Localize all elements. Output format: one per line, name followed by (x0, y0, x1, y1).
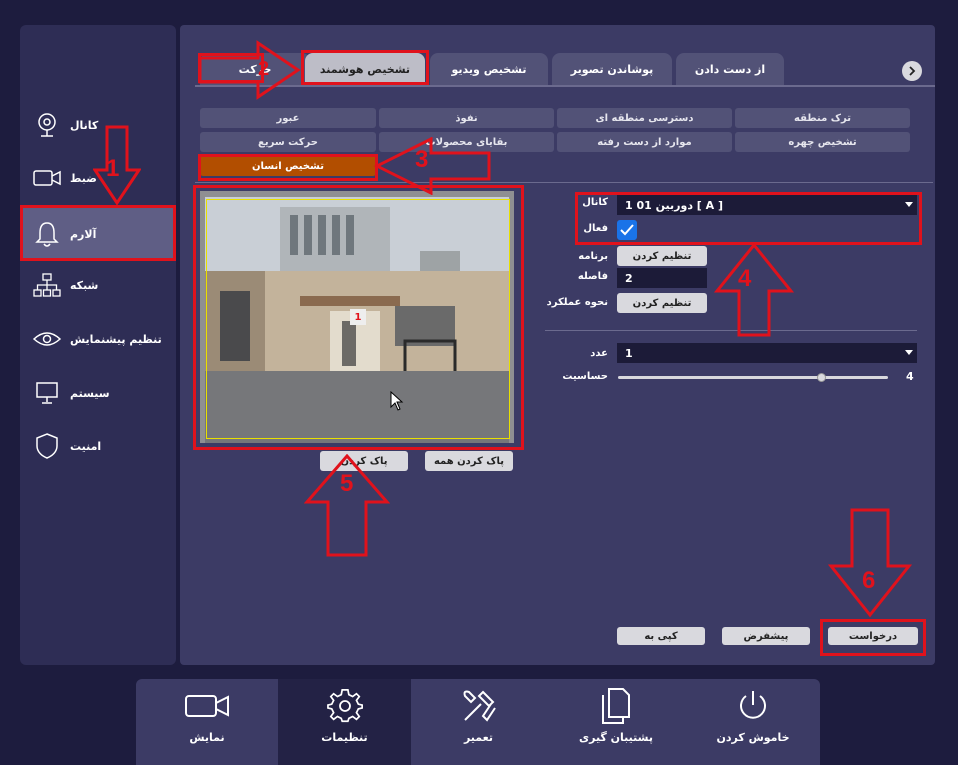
nav-live-view[interactable]: نمایش (136, 679, 278, 765)
copy-to-button[interactable]: کپی به (617, 627, 705, 645)
sidebar-item-label: تنظیم پیشنمایش (70, 332, 162, 346)
default-button[interactable]: پیشفرض (722, 627, 810, 645)
sidebar-item-label: سیستم (70, 386, 110, 400)
nav-label: نمایش (189, 731, 225, 744)
annotation-number: 3 (415, 146, 429, 173)
left-arrow-icon (373, 137, 491, 195)
interval-input[interactable]: 2 (617, 268, 707, 288)
sensitivity-slider[interactable] (618, 373, 888, 382)
camera-preview[interactable]: 1 (200, 191, 514, 443)
tab-video-detection[interactable]: تشخیص ویدیو (430, 53, 548, 85)
subtab-missing-objects[interactable]: موارد از دست رفته (557, 132, 732, 152)
annotation-number: 4 (738, 265, 752, 292)
chevron-down-icon (905, 350, 913, 355)
action-setup-button[interactable]: تنظیم کردن (617, 293, 707, 313)
chevron-down-icon (905, 202, 913, 207)
webcam-icon (32, 110, 62, 140)
video-camera-icon (184, 687, 230, 725)
right-arrow-icon (198, 40, 301, 100)
nav-label: پشتیبان گیری (579, 731, 653, 744)
main-panel: حرکت تشخیص هوشمند تشخیص ویدیو پوشاندن تص… (180, 25, 935, 665)
subtab-divider (195, 182, 933, 183)
gear-icon (326, 687, 363, 725)
shield-icon (32, 431, 62, 461)
sidebar-item-label: شبکه (70, 278, 99, 292)
number-label: عدد (590, 348, 608, 359)
up-arrow-icon (714, 243, 794, 337)
interval-label: فاصله (577, 271, 608, 282)
nav-backup[interactable]: پشتیبان گیری (546, 679, 686, 765)
nav-settings[interactable]: تنظیمات (278, 679, 411, 765)
down-arrow-icon (828, 508, 912, 618)
video-camera-icon (32, 163, 62, 193)
nav-label: خاموش کردن (716, 731, 790, 744)
sidebar-item-label: امنیت (70, 439, 102, 453)
bell-icon (32, 219, 62, 249)
subtab-face-detection[interactable]: تشخیص چهره (735, 132, 910, 152)
subtab-line-crossing[interactable]: عبور (200, 108, 376, 128)
sidebar-item-security[interactable]: امنیت (20, 421, 176, 471)
clear-all-button[interactable]: پاک کردن همه (425, 451, 513, 471)
sensitivity-value: 4 (906, 370, 914, 383)
channel-select[interactable]: 1 دوربین 01 [ A ] (617, 195, 917, 215)
chevron-right-icon[interactable] (902, 61, 922, 81)
nav-maintenance[interactable]: تعمیر (411, 679, 546, 765)
subtab-area-access[interactable]: دسترسی منطقه ای (557, 108, 732, 128)
subtab-fast-motion[interactable]: حرکت سریع (200, 132, 376, 152)
action-label: نحوه عملکرد (546, 297, 608, 308)
sensitivity-label: حساسیت (562, 371, 608, 382)
annotation-number: 5 (340, 470, 354, 497)
sidebar-item-preview-settings[interactable]: تنظیم پیشنمایش (20, 314, 176, 364)
annotation-number: 2 (258, 58, 270, 80)
eye-icon (32, 324, 62, 354)
sensitivity-slider-handle[interactable] (816, 373, 826, 382)
power-icon (735, 687, 771, 725)
channel-select-value: 1 دوربین 01 [ A ] (625, 198, 724, 212)
annotation-number: 1 (106, 155, 120, 182)
subtab-intrusion[interactable]: نفوذ (379, 108, 554, 128)
sidebar: کانال ضبط آلارم شبکه تنظیم پیشنمایش سیست… (20, 25, 176, 665)
nav-label: تعمیر (463, 731, 494, 744)
tab-privacy-mask[interactable]: پوشاندن تصویر (552, 53, 672, 85)
monitor-icon (32, 378, 62, 408)
sidebar-item-network[interactable]: شبکه (20, 260, 176, 310)
sidebar-item-system[interactable]: سیستم (20, 368, 176, 418)
nav-label: تنظیمات (321, 731, 368, 744)
subtab-leave-area[interactable]: ترک منطقه (735, 108, 910, 128)
annotation-number: 6 (862, 567, 876, 594)
sidebar-item-alarm[interactable]: آلارم (20, 208, 176, 260)
schedule-label: برنامه (578, 251, 608, 262)
tab-video-loss[interactable]: از دست دادن (676, 53, 784, 85)
bottom-navigation-bar: نمایش تنظیمات تعمیر پشتیبان گیری خاموش ک… (136, 679, 820, 765)
zone-number-badge: 1 (350, 309, 366, 325)
tab-divider (195, 85, 935, 87)
mouse-cursor-icon (390, 391, 404, 411)
network-icon (32, 270, 62, 300)
apply-button[interactable]: درخواست (828, 627, 918, 645)
number-select[interactable]: 1 (617, 343, 917, 363)
tab-smart-detection[interactable]: تشخیص هوشمند (305, 53, 425, 85)
enable-label: فعال (583, 223, 608, 234)
subtab-human-detection[interactable]: تشخیص انسان (200, 156, 376, 176)
channel-label: کانال (582, 197, 608, 208)
nav-shutdown[interactable]: خاموش کردن (686, 679, 820, 765)
tools-icon (461, 687, 497, 725)
checkmark-icon (620, 224, 634, 236)
documents-icon (599, 687, 633, 725)
sidebar-item-label: آلارم (70, 227, 97, 241)
schedule-setup-button[interactable]: تنظیم کردن (617, 246, 707, 266)
number-select-value: 1 (625, 346, 633, 360)
enable-checkbox[interactable] (617, 220, 637, 240)
